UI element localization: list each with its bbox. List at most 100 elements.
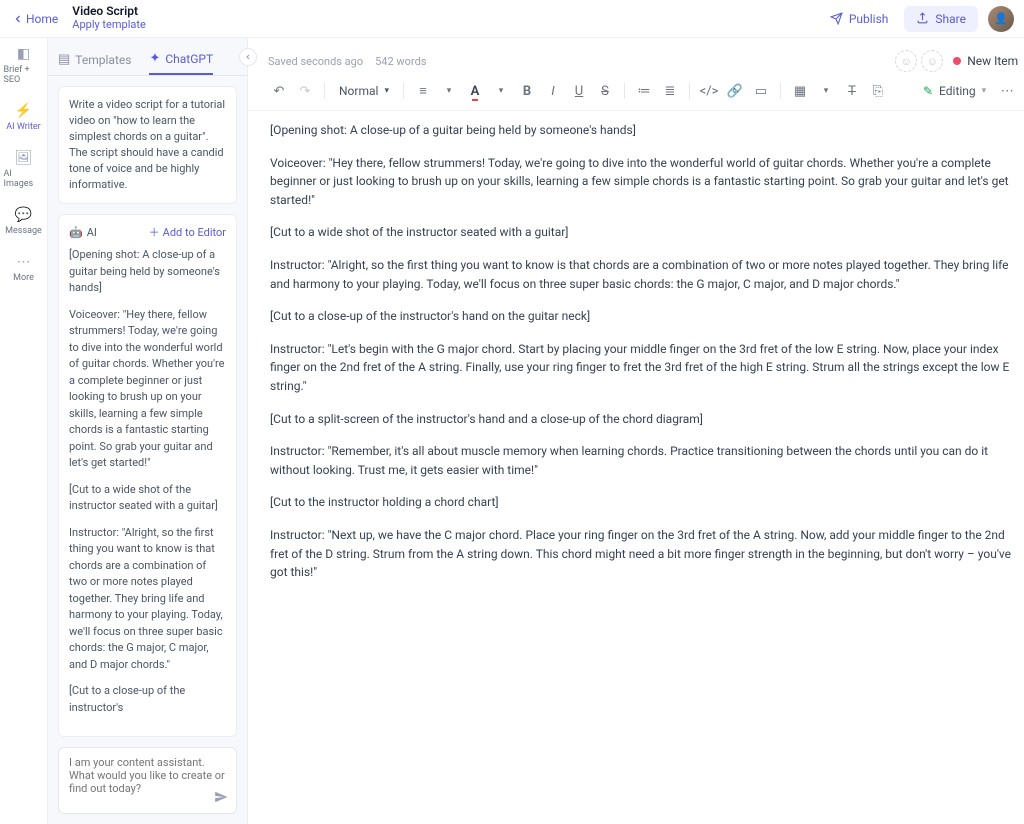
strike-button[interactable]: S xyxy=(594,80,616,102)
bolt-icon: ⚡ xyxy=(15,103,32,119)
chevron-down-icon: ▾ xyxy=(982,86,987,96)
doc-paragraph: [Opening shot: A close-up of a guitar be… xyxy=(270,121,1016,140)
sidebar: ▤ Templates ✦ ChatGPT Write a video script… xyxy=(48,0,248,824)
ai-line: [Cut to a close-up of the instructor's xyxy=(69,683,226,716)
rail-label: Message xyxy=(5,226,42,236)
editing-mode-select[interactable]: ✎ Editing ▾ xyxy=(923,84,986,98)
doc-paragraph: Instructor: "Let's begin with the G majo… xyxy=(270,340,1016,396)
image-icon: 🖼 xyxy=(15,150,33,166)
numbered-list-button[interactable]: ≣ xyxy=(659,80,681,102)
image-insert-button[interactable]: ▭ xyxy=(750,80,772,102)
link-button[interactable]: 🔗 xyxy=(724,80,746,102)
user-avatar[interactable]: 👤 xyxy=(988,6,1014,32)
status-row: Saved seconds ago 542 words ☺ ☺ New Item xyxy=(248,44,1024,76)
editing-label: Editing xyxy=(939,84,976,98)
rail-label: AI Images xyxy=(4,169,44,189)
more-toolbar-button[interactable]: ⋯ xyxy=(996,80,1018,102)
bulleted-list-button[interactable]: ≔ xyxy=(633,80,655,102)
clear-format-button[interactable]: T xyxy=(841,80,863,102)
add-viewer-icon[interactable]: ☺ xyxy=(895,50,917,72)
add-label: Add to Editor xyxy=(163,225,226,242)
send-icon xyxy=(214,790,228,804)
embed-button[interactable]: ⎘ xyxy=(867,80,889,102)
share-button[interactable]: Share xyxy=(904,6,978,32)
table-button[interactable]: ▦ xyxy=(789,80,811,102)
undo-button[interactable]: ↶ xyxy=(268,80,290,102)
italic-button[interactable]: I xyxy=(542,80,564,102)
chat-icon: ✦ xyxy=(149,51,160,66)
rail-label: Brief + SEO xyxy=(4,65,44,85)
rail-message[interactable]: 💬 Message xyxy=(2,205,46,238)
redo-button[interactable]: ↷ xyxy=(294,80,316,102)
chevron-left-icon xyxy=(12,13,24,25)
rail-label: More xyxy=(13,273,34,283)
share-label: Share xyxy=(935,12,966,26)
app-header: Home Video Script Apply template Publish… xyxy=(0,0,1024,38)
save-status: Saved seconds ago xyxy=(268,55,363,68)
brief-icon: ◧ xyxy=(17,46,30,62)
send-icon xyxy=(830,12,843,25)
chevron-down-icon[interactable]: ▾ xyxy=(490,80,512,102)
format-select[interactable]: Normal ▾ xyxy=(333,84,395,98)
left-rail: ◧ Brief + SEO ⚡ AI Writer 🖼 AI Images 💬 Mess… xyxy=(0,0,48,824)
tab-chatgpt[interactable]: ✦ ChatGPT xyxy=(149,44,213,75)
word-count: 542 words xyxy=(375,55,426,68)
chevron-down-icon[interactable]: ▾ xyxy=(815,80,837,102)
ai-line: [Cut to a wide shot of the instructor se… xyxy=(69,482,226,515)
chat-input-box[interactable] xyxy=(58,747,237,814)
document-body[interactable]: [Opening shot: A close-up of a guitar be… xyxy=(248,111,1024,582)
home-button[interactable]: Home xyxy=(6,8,64,30)
chat-send-button[interactable] xyxy=(214,790,228,807)
rail-brief-seo[interactable]: ◧ Brief + SEO xyxy=(2,44,46,87)
chat-textarea[interactable] xyxy=(69,756,226,802)
plus-icon: ＋ xyxy=(149,225,160,242)
more-icon: ⋯ xyxy=(17,254,31,270)
home-label: Home xyxy=(26,12,58,26)
chevron-down-icon: ▾ xyxy=(384,86,389,96)
message-icon: 💬 xyxy=(15,207,32,223)
rail-more[interactable]: ⋯ More xyxy=(2,252,46,285)
rail-label: AI Writer xyxy=(6,122,40,132)
doc-paragraph: [Cut to a wide shot of the instructor se… xyxy=(270,223,1016,242)
doc-paragraph: Voiceover: "Hey there, fellow strummers!… xyxy=(270,154,1016,210)
new-item-indicator[interactable]: New Item xyxy=(953,54,1018,68)
doc-paragraph: [Cut to a close-up of the instructor's h… xyxy=(270,307,1016,326)
rail-ai-images[interactable]: 🖼 AI Images xyxy=(2,148,46,191)
add-to-editor-button[interactable]: ＋Add to Editor xyxy=(149,225,226,242)
apply-template-link[interactable]: Apply template xyxy=(72,19,145,32)
presence-avatars: ☺ ☺ xyxy=(895,50,943,72)
publish-button[interactable]: Publish xyxy=(818,6,901,32)
status-dot-icon xyxy=(953,57,961,65)
publish-label: Publish xyxy=(849,12,889,26)
ai-label: AI xyxy=(87,225,97,242)
user-prompt-card: Write a video script for a tutorial vide… xyxy=(58,86,237,204)
ai-response-card: 🤖AI ＋Add to Editor [Opening shot: A clos… xyxy=(58,214,237,738)
sidebar-tabs: ▤ Templates ✦ ChatGPT xyxy=(48,44,247,76)
bot-icon: 🤖 xyxy=(69,225,83,242)
tab-templates[interactable]: ▤ Templates xyxy=(58,44,131,75)
ai-response-text: [Opening shot: A close-up of a guitar be… xyxy=(69,247,226,726)
underline-button[interactable]: U xyxy=(568,80,590,102)
format-value: Normal xyxy=(339,84,378,98)
align-button[interactable]: ≡ xyxy=(412,80,434,102)
doc-paragraph: Instructor: "Next up, we have the C majo… xyxy=(270,526,1016,582)
text-color-button[interactable]: A xyxy=(464,80,486,102)
rail-ai-writer[interactable]: ⚡ AI Writer xyxy=(2,101,46,134)
doc-paragraph: Instructor: "Remember, it's all about mu… xyxy=(270,442,1016,479)
add-viewer-icon[interactable]: ☺ xyxy=(921,50,943,72)
doc-title: Video Script xyxy=(72,5,145,19)
ai-line: Voiceover: "Hey there, fellow strummers!… xyxy=(69,307,226,472)
ai-line: [Opening shot: A close-up of a guitar be… xyxy=(69,247,226,297)
new-item-label: New Item xyxy=(967,54,1018,68)
tab-label: Templates xyxy=(75,53,131,67)
tab-label: ChatGPT xyxy=(165,52,213,66)
doc-title-wrap: Video Script Apply template xyxy=(72,5,145,31)
doc-paragraph: [Cut to the instructor holding a chord c… xyxy=(270,493,1016,512)
chevron-down-icon[interactable]: ▾ xyxy=(438,80,460,102)
doc-paragraph: [Cut to a split-screen of the instructor… xyxy=(270,410,1016,429)
templates-icon: ▤ xyxy=(58,52,70,67)
bold-button[interactable]: B xyxy=(516,80,538,102)
upload-icon xyxy=(916,12,929,25)
code-button[interactable]: </> xyxy=(698,80,720,102)
editor-toolbar: ↶ ↷ Normal▾ ≡ ▾ A ▾ B I U S ≔ ≣ </> 🔗 ▭ … xyxy=(248,76,1024,111)
